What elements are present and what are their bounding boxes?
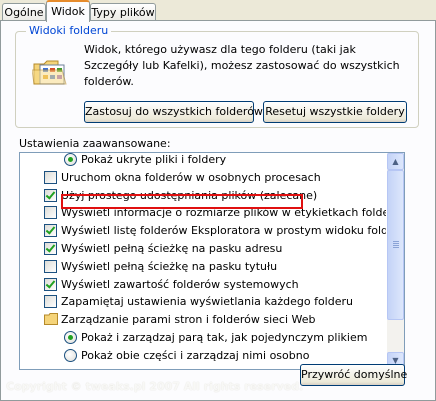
reset-all-folders-button[interactable]: Resetuj wszystkie foldery — [263, 101, 407, 123]
checkbox[interactable] — [44, 242, 57, 255]
advanced-settings-label: Ustawienia zaawansowane: — [19, 137, 171, 150]
folder-icon — [44, 313, 58, 325]
advanced-setting-row[interactable]: Wyświetl listę folderów Eksploratora w p… — [20, 222, 386, 239]
watermark-text: Copyright © tweaks.pl 2007 All rights re… — [6, 380, 304, 393]
tab-general[interactable]: Ogólne — [2, 3, 46, 20]
checkbox[interactable] — [44, 295, 57, 308]
checkbox[interactable] — [44, 189, 57, 202]
radio-button[interactable] — [64, 331, 77, 344]
setting-label: Zapamiętaj ustawienia wyświetlania każde… — [61, 295, 353, 308]
advanced-setting-row[interactable]: Wyświetl pełną ścieżkę na pasku adresu — [20, 240, 386, 257]
advanced-setting-row[interactable]: Zapamiętaj ustawienia wyświetlania każde… — [20, 293, 386, 310]
scroll-up-button[interactable]: ▲ — [387, 153, 404, 170]
setting-label: Wyświetl pełną ścieżkę na pasku tytułu — [61, 260, 278, 273]
advanced-settings-list[interactable]: Pokaż ukryte pliki i foldery Uruchom okna… — [19, 152, 405, 370]
advanced-setting-row[interactable]: Pokaż obie części i zarządzaj nimi osobn… — [20, 347, 386, 364]
folder-views-icon — [32, 60, 67, 85]
advanced-setting-row[interactable]: Wyświetl pełną ścieżkę na pasku tytułu — [20, 258, 386, 275]
advanced-setting-row[interactable]: Pokaż i zarządzaj parą tak, jak pojedync… — [20, 329, 386, 346]
highlight-box — [61, 194, 303, 209]
checkbox[interactable] — [44, 224, 57, 237]
folder-views-group: Widoki folderu Widok, którego używasz dl… — [15, 24, 419, 128]
restore-defaults-button[interactable]: Przywróć domyślne — [300, 364, 407, 386]
folder-views-description: Widok, którego używasz dla tego folderu … — [84, 43, 400, 88]
setting-label: Uruchom okna folderów w osobnych procesa… — [61, 171, 321, 184]
radio-button[interactable] — [64, 153, 77, 166]
tab-file-types[interactable]: Typy plików — [90, 3, 156, 20]
checkbox[interactable] — [44, 171, 57, 184]
radio-button[interactable] — [64, 349, 77, 362]
setting-label: Pokaż ukryte pliki i foldery — [81, 153, 227, 166]
setting-label: Wyświetl zawartość folderów systemowych — [61, 278, 299, 291]
checkbox[interactable] — [44, 206, 57, 219]
setting-label: Wyświetl pełną ścieżkę na pasku adresu — [61, 242, 283, 255]
advanced-setting-row[interactable]: Zarządzanie parami stron i folderów siec… — [20, 311, 386, 328]
apply-to-all-folders-button[interactable]: Zastosuj do wszystkich folderów — [84, 101, 263, 123]
setting-label: Wyświetl listę folderów Eksploratora w p… — [61, 224, 386, 237]
scroll-thumb[interactable] — [387, 170, 404, 320]
setting-label: Pokaż i zarządzaj parą tak, jak pojedync… — [81, 331, 368, 344]
setting-label: Zarządzanie parami stron i folderów siec… — [61, 313, 316, 326]
checkbox[interactable] — [44, 260, 57, 273]
tab-strip: Ogólne Widok Typy plików — [0, 0, 436, 22]
view-tab-panel: Widoki folderu Widok, którego używasz dl… — [0, 20, 436, 401]
vertical-scrollbar[interactable]: ▲ ▼ — [387, 153, 404, 369]
folder-views-title: Widoki folderu — [26, 24, 112, 37]
setting-label: Pokaż obie części i zarządzaj nimi osobn… — [81, 349, 310, 362]
checkbox[interactable] — [44, 278, 57, 291]
tab-view[interactable]: Widok — [46, 0, 90, 22]
advanced-setting-row[interactable]: Wyświetl zawartość folderów systemowych — [20, 276, 386, 293]
advanced-setting-row[interactable]: Pokaż ukryte pliki i foldery — [20, 153, 386, 168]
advanced-settings-items: Pokaż ukryte pliki i foldery Uruchom okna… — [20, 153, 386, 369]
advanced-setting-row[interactable]: Uruchom okna folderów w osobnych procesa… — [20, 169, 386, 186]
